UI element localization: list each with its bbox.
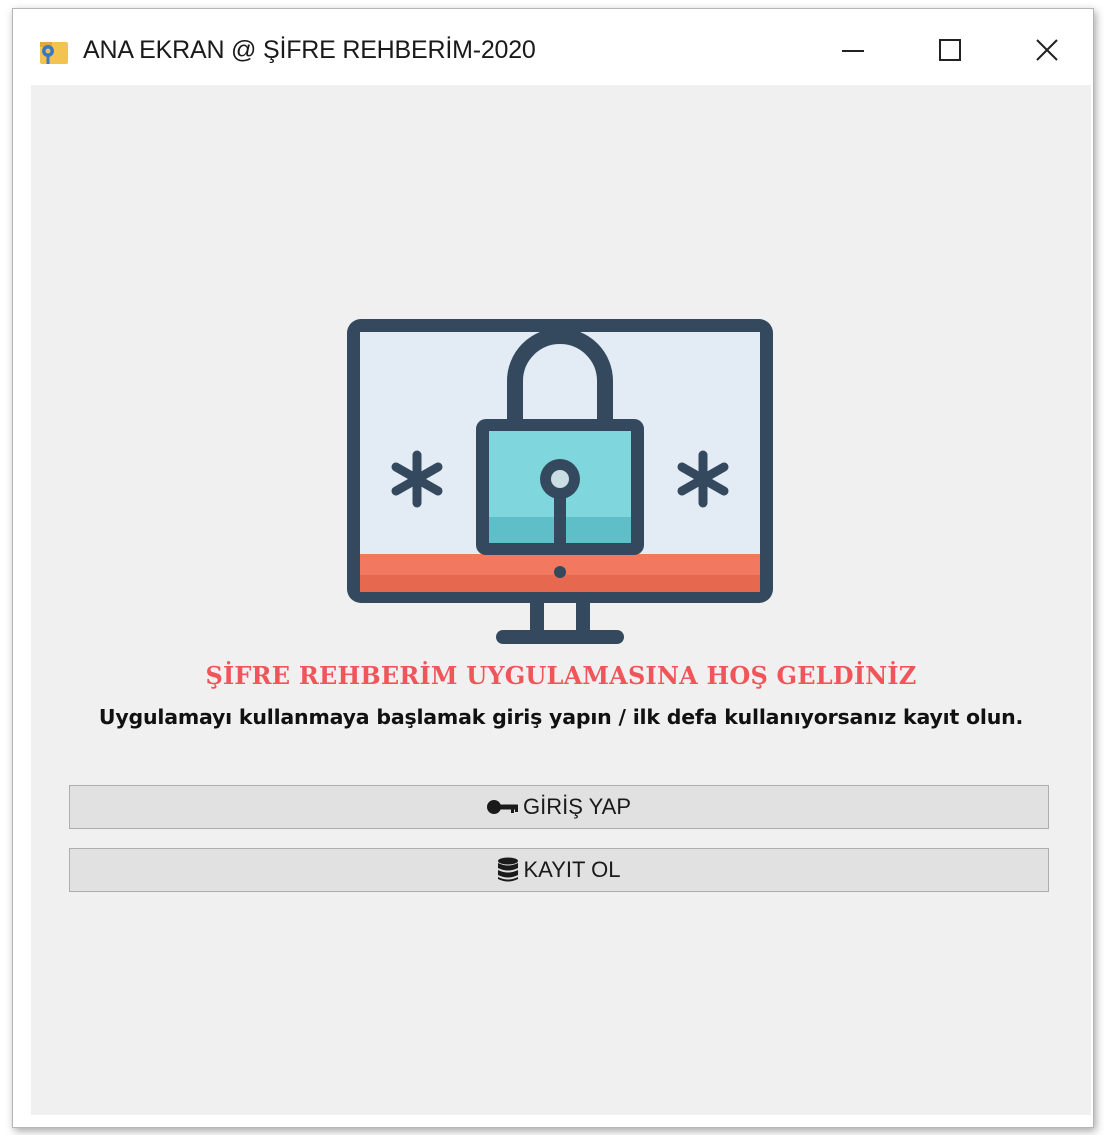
minimize-button[interactable] bbox=[813, 23, 893, 81]
close-button[interactable] bbox=[1007, 23, 1087, 81]
register-button[interactable]: KAYIT OL bbox=[69, 848, 1049, 892]
main-panel: ŞİFRE REHBERİM UYGULAMASINA HOŞ GELDİNİZ… bbox=[31, 85, 1091, 1115]
title-bar[interactable]: ANA EKRAN @ ŞİFRE REHBERİM-2020 bbox=[13, 9, 1093, 85]
maximize-icon bbox=[937, 37, 963, 68]
welcome-heading: ŞİFRE REHBERİM UYGULAMASINA HOŞ GELDİNİZ bbox=[205, 661, 917, 690]
monitor-padlock-icon bbox=[343, 315, 777, 650]
minimize-icon bbox=[840, 37, 866, 68]
instruction-text: Uygulamayı kullanmaya başlamak giriş yap… bbox=[98, 705, 1024, 729]
database-icon bbox=[497, 857, 519, 883]
login-button[interactable]: GİRİŞ YAP bbox=[69, 785, 1049, 829]
key-icon bbox=[486, 799, 519, 815]
close-icon bbox=[1034, 37, 1060, 68]
key-folder-icon bbox=[37, 37, 71, 67]
app-window: ANA EKRAN @ ŞİFRE REHBERİM-2020 ŞİFRE RE… bbox=[12, 8, 1094, 1128]
register-button-label: KAYIT OL bbox=[523, 857, 621, 882]
login-button-label: GİRİŞ YAP bbox=[522, 794, 631, 819]
window-title: ANA EKRAN @ ŞİFRE REHBERİM-2020 bbox=[83, 36, 536, 64]
maximize-button[interactable] bbox=[910, 23, 990, 81]
